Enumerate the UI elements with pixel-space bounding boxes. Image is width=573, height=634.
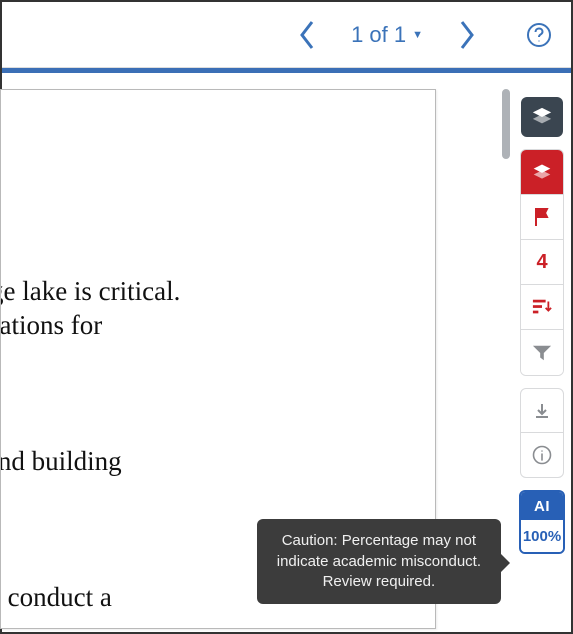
side-panel: 4 bbox=[513, 73, 571, 632]
chevron-left-icon bbox=[297, 19, 317, 51]
ai-caution-tooltip: Caution: Percentage may not indicate aca… bbox=[257, 519, 501, 604]
layers-icon bbox=[531, 106, 553, 128]
utility-group bbox=[520, 388, 564, 478]
ai-label: AI bbox=[521, 492, 563, 520]
filter-icon bbox=[532, 344, 552, 362]
download-icon bbox=[533, 402, 551, 420]
caret-down-icon: ▼ bbox=[412, 29, 423, 41]
top-toolbar: 1 of 1 ▼ bbox=[2, 2, 571, 68]
filter-button[interactable] bbox=[521, 330, 563, 375]
info-button[interactable] bbox=[521, 433, 563, 477]
layers-button[interactable] bbox=[521, 97, 563, 137]
flag-button[interactable] bbox=[521, 195, 563, 240]
content-area: the spillway of this large lake is criti… bbox=[2, 73, 571, 632]
help-icon bbox=[526, 22, 552, 48]
scrollbar[interactable] bbox=[499, 89, 513, 629]
next-page-button[interactable] bbox=[451, 19, 483, 51]
help-button[interactable] bbox=[525, 21, 553, 49]
flag-icon bbox=[533, 207, 551, 227]
tooltip-line: Review required. bbox=[277, 572, 481, 592]
info-icon bbox=[532, 445, 552, 465]
page-indicator[interactable]: 1 of 1 ▼ bbox=[351, 22, 423, 48]
download-button[interactable] bbox=[521, 389, 563, 433]
flag-count-value: 4 bbox=[536, 251, 547, 274]
doc-line: the spillway of this large lake is criti… bbox=[0, 274, 180, 309]
tooltip-line: Caution: Percentage may not bbox=[277, 531, 481, 551]
tooltip-line: indicate academic misconduct. bbox=[277, 552, 481, 572]
layers-icon bbox=[532, 163, 552, 181]
pager: 1 of 1 ▼ bbox=[291, 19, 483, 51]
sort-button[interactable] bbox=[521, 285, 563, 330]
ai-value: 100% bbox=[521, 520, 563, 552]
scrollbar-thumb[interactable] bbox=[502, 89, 510, 159]
flags-group: 4 bbox=[520, 149, 564, 376]
app-frame: 1 of 1 ▼ the spillway of this large lake… bbox=[0, 0, 573, 634]
ai-score-widget[interactable]: AI 100% bbox=[519, 490, 565, 554]
prev-page-button[interactable] bbox=[291, 19, 323, 51]
page-label-text: 1 of 1 bbox=[351, 22, 406, 48]
sort-desc-icon bbox=[532, 298, 552, 316]
doc-line: gy of the area, we must conduct a bbox=[0, 580, 112, 615]
chevron-right-icon bbox=[457, 19, 477, 51]
doc-line: signs outlining specifications for bbox=[0, 308, 102, 343]
doc-line: , carefully examining and building bbox=[0, 444, 122, 479]
layers-red-button[interactable] bbox=[521, 150, 563, 195]
flag-count[interactable]: 4 bbox=[521, 240, 563, 285]
